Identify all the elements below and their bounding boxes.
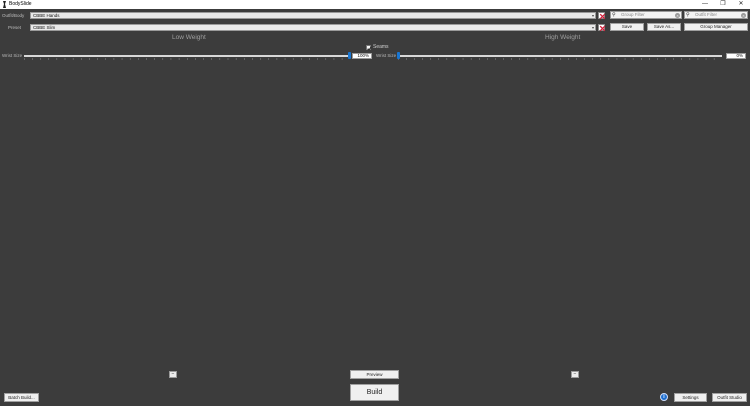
low-slider-track[interactable] <box>24 55 350 57</box>
maximize-button[interactable]: ❐ <box>714 0 732 9</box>
group-manager-button[interactable]: Group Manager <box>684 23 748 31</box>
save-as-button[interactable]: Save As... <box>647 23 681 31</box>
info-icon[interactable]: i <box>660 393 668 401</box>
preset-value: CBBE Slim <box>33 25 56 30</box>
close-icon <box>599 13 606 20</box>
preset-select[interactable]: CBBE Slim ▾ <box>30 24 596 31</box>
clear-icon[interactable]: × <box>675 13 680 18</box>
remove-preset-button[interactable] <box>598 24 606 32</box>
high-slider-name: Wrist Size <box>376 53 397 58</box>
search-icon: ⚲ <box>612 12 616 18</box>
group-filter-input[interactable]: ⚲ Group Filter × <box>610 11 682 19</box>
outfit-value: CBBE Hands <box>33 13 60 18</box>
remove-outfit-button[interactable] <box>598 12 606 20</box>
high-weight-heading: High Weight <box>545 34 581 41</box>
batch-build-button[interactable]: Batch Build... <box>4 393 39 402</box>
seams-checkbox[interactable] <box>366 45 372 51</box>
low-slider-name: Wrist Size <box>2 53 23 58</box>
minimize-button[interactable]: — <box>696 0 714 9</box>
outfit-studio-button[interactable]: Outfit Studio <box>712 393 747 402</box>
chevron-down-icon: ▾ <box>591 13 594 18</box>
clear-icon[interactable]: × <box>741 13 746 18</box>
high-slider-handle[interactable] <box>397 52 400 59</box>
outfit-select[interactable]: CBBE Hands ▾ <box>30 12 596 19</box>
close-icon <box>599 25 606 32</box>
app-icon <box>3 1 6 8</box>
high-slider-value[interactable]: 0% <box>726 53 746 59</box>
preview-button[interactable]: Preview <box>350 370 399 379</box>
seams-label: Seams <box>373 44 389 50</box>
high-zoom-out-button[interactable]: − <box>571 371 579 378</box>
group-filter-placeholder: Group Filter <box>621 12 645 17</box>
low-slider-handle[interactable] <box>348 52 351 59</box>
high-slider-track[interactable] <box>398 55 722 57</box>
outfit-filter-input[interactable]: ⚲ Outfit Filter × <box>684 11 748 19</box>
low-slider-value[interactable]: 100% <box>352 53 372 59</box>
outfit-label: Outfit/Body <box>2 13 25 18</box>
save-button[interactable]: Save <box>610 23 644 31</box>
window-title: BodySlide <box>9 1 32 7</box>
close-button[interactable]: ✕ <box>732 0 750 9</box>
low-zoom-out-button[interactable]: − <box>169 371 177 378</box>
build-button[interactable]: Build <box>350 384 399 401</box>
settings-button[interactable]: Settings <box>674 393 707 402</box>
preset-label: Preset <box>8 25 22 30</box>
search-icon: ⚲ <box>686 12 690 18</box>
outfit-filter-placeholder: Outfit Filter <box>695 12 718 17</box>
low-slider-ticks <box>24 58 343 60</box>
low-weight-heading: Low Weight <box>172 34 206 41</box>
high-slider-ticks <box>398 58 715 60</box>
chevron-down-icon: ▾ <box>591 25 594 30</box>
check-icon <box>367 46 372 51</box>
title-bar: BodySlide — ❐ ✕ <box>0 0 750 9</box>
